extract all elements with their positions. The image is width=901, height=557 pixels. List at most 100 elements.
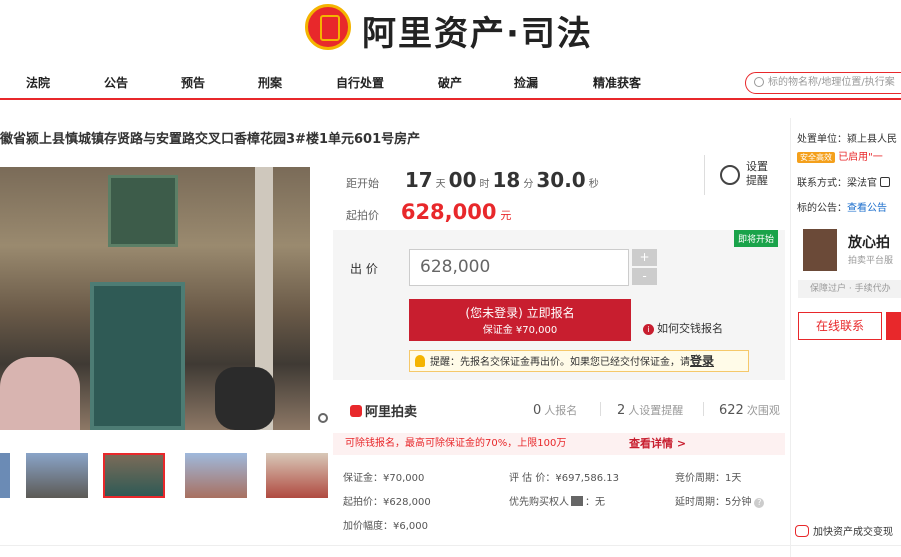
start-price-value: 628,000 bbox=[400, 200, 497, 224]
assure-subtitle: 拍卖平台服 bbox=[848, 256, 894, 266]
assure-bar: 保障过户 · 手续代办 bbox=[798, 280, 901, 298]
view-details-link[interactable]: 查看详情 > bbox=[629, 433, 686, 455]
view-count: 622 bbox=[719, 403, 744, 418]
seconds-unit: 秒 bbox=[588, 179, 599, 190]
platform-logo: 阿里拍卖 bbox=[350, 401, 417, 420]
brand-name: 阿里资产·司法 bbox=[362, 14, 593, 54]
minutes-unit: 分 bbox=[523, 179, 534, 190]
ali-icon bbox=[350, 405, 362, 417]
nav-item-court[interactable]: 法院 bbox=[26, 74, 50, 91]
loan-promo: 可除钱报名，最高可除保证金的70%，上限100万 查看详情 > bbox=[333, 433, 785, 455]
chart-icon bbox=[571, 496, 583, 506]
thumbnail[interactable] bbox=[185, 453, 247, 498]
search-placeholder: 标的物名称/地理位置/执行案 bbox=[768, 77, 895, 88]
days-unit: 天 bbox=[435, 179, 446, 190]
countdown: 距开始 17 天 00 时 18 分 30.0 秒 bbox=[346, 168, 602, 192]
remind-count: 2 bbox=[617, 403, 626, 418]
contact: 联系方式：梁法官 bbox=[797, 174, 890, 189]
main-nav: 法院 公告 预告 刑案 自行处置 破产 捡漏 精准获客 标的物名称/地理位置/执… bbox=[0, 68, 901, 100]
delay-detail: 延时周期：5分钟? bbox=[675, 493, 765, 508]
nav-item-self-disposal[interactable]: 自行处置 bbox=[336, 74, 384, 91]
deposit-detail: 保证金：¥70,000 bbox=[343, 473, 425, 484]
photo-window bbox=[108, 175, 178, 247]
bid-label: 出 价 bbox=[350, 262, 378, 276]
divider bbox=[0, 545, 901, 546]
divider bbox=[600, 402, 601, 416]
remind-label: 人设置提醒 bbox=[628, 404, 684, 417]
decrease-button[interactable]: - bbox=[632, 268, 657, 285]
info-icon: i bbox=[643, 324, 654, 335]
announcement: 标的公告：查看公告 bbox=[797, 199, 887, 214]
clock-icon[interactable] bbox=[720, 165, 740, 185]
thumbnail[interactable] bbox=[0, 453, 10, 498]
signup-stat: 0 人报名 bbox=[533, 402, 577, 418]
bid-input[interactable]: 628,000 bbox=[409, 249, 629, 286]
safe-status: 安全高效 已启用"一 bbox=[797, 148, 883, 163]
start-price-unit: 元 bbox=[500, 209, 512, 222]
help-icon[interactable]: ? bbox=[754, 498, 765, 508]
zoom-icon[interactable] bbox=[318, 413, 328, 423]
hours-unit: 时 bbox=[479, 179, 490, 190]
speedup-link[interactable]: 加快资产成交变现 bbox=[795, 523, 893, 538]
status-badge: 即将开始 bbox=[734, 230, 779, 247]
countdown-days: 17 bbox=[404, 168, 433, 192]
divider bbox=[704, 155, 705, 195]
login-tip: 提醒：先报名交保证金再出价。如果您已经交付保证金，请登录 bbox=[409, 350, 749, 372]
side-action-button[interactable] bbox=[886, 312, 901, 340]
safe-badge: 安全高效 bbox=[797, 152, 835, 163]
speedup-label: 加快资产成交变现 bbox=[813, 527, 893, 538]
platform-name: 阿里拍卖 bbox=[365, 405, 418, 420]
nav-item-preview[interactable]: 预告 bbox=[181, 74, 205, 91]
nav-item-notice[interactable]: 公告 bbox=[104, 74, 128, 91]
priority-value: ：无 bbox=[585, 497, 605, 508]
how-to-pay-link[interactable]: i 如何交钱报名 bbox=[643, 320, 723, 336]
bulb-icon bbox=[415, 355, 425, 367]
remind-stat: 2 人设置提醒 bbox=[617, 402, 683, 418]
online-contact-button[interactable]: 在线联系 bbox=[798, 312, 882, 340]
set-reminder-button[interactable]: 设置提醒 bbox=[746, 160, 772, 188]
photo-door bbox=[90, 282, 185, 430]
view-stat: 622 次围观 bbox=[719, 402, 780, 418]
main-photo[interactable] bbox=[0, 167, 310, 430]
view-announcement-link[interactable]: 查看公告 bbox=[847, 203, 887, 214]
register-label: (您未登录) 立即报名 bbox=[465, 306, 575, 320]
priority-detail: 优先购买权人 ：无 bbox=[509, 493, 605, 508]
countdown-hours: 00 bbox=[448, 168, 477, 192]
announcement-label: 标的公告： bbox=[797, 203, 847, 214]
start-price-label: 起拍价 bbox=[346, 209, 379, 222]
nav-item-bankruptcy[interactable]: 破产 bbox=[438, 74, 462, 91]
search-icon bbox=[754, 77, 764, 87]
priority-label: 优先购买权人 bbox=[509, 497, 569, 508]
search-input[interactable]: 标的物名称/地理位置/执行案 bbox=[745, 72, 901, 94]
login-link[interactable]: 登录 bbox=[690, 354, 714, 368]
thumbnail-selected[interactable] bbox=[103, 453, 165, 498]
building-icon bbox=[803, 229, 837, 271]
estimate-detail: 评 估 价：¥697,586.13 bbox=[509, 473, 619, 484]
signup-count: 0 bbox=[533, 403, 542, 418]
photo-motorbike bbox=[215, 367, 275, 430]
tip-text: 提醒：先报名交保证金再出价。如果您已经交付保证金，请 bbox=[430, 357, 690, 368]
nav-item-bargain[interactable]: 捡漏 bbox=[514, 74, 538, 91]
nav-item-criminal[interactable]: 刑案 bbox=[258, 74, 282, 91]
countdown-minutes: 18 bbox=[492, 168, 521, 192]
cycle-detail: 竞价周期：1天 bbox=[675, 473, 742, 484]
promo-text: 可除钱报名，最高可除保证金的70%，上限100万 bbox=[345, 438, 567, 449]
register-deposit: 保证金 ¥70,000 bbox=[482, 325, 558, 336]
view-label: 次围观 bbox=[746, 404, 780, 417]
increase-button[interactable]: + bbox=[632, 249, 657, 266]
how-to-pay-label: 如何交钱报名 bbox=[657, 322, 723, 335]
delay-value: 延时周期：5分钟 bbox=[675, 497, 752, 508]
enabled-text: 已启用"一 bbox=[838, 152, 883, 163]
item-title: 徽省颍上县慎城镇存贤路与安置路交叉口香樟花园3#楼1单元601号房产 bbox=[0, 132, 421, 147]
phone-icon[interactable] bbox=[880, 177, 890, 187]
start-detail: 起拍价：¥628,000 bbox=[343, 497, 431, 508]
thumbnail[interactable] bbox=[26, 453, 88, 498]
thumbnail[interactable] bbox=[266, 453, 328, 498]
court-emblem-icon bbox=[305, 4, 351, 50]
nav-item-leads[interactable]: 精准获客 bbox=[593, 74, 641, 91]
register-button[interactable]: (您未登录) 立即报名 保证金 ¥70,000 bbox=[409, 299, 631, 341]
divider bbox=[703, 402, 704, 416]
photo-scooter bbox=[0, 357, 80, 430]
increment-detail: 加价幅度：¥6,000 bbox=[343, 521, 428, 532]
countdown-seconds: 30.0 bbox=[536, 168, 586, 192]
